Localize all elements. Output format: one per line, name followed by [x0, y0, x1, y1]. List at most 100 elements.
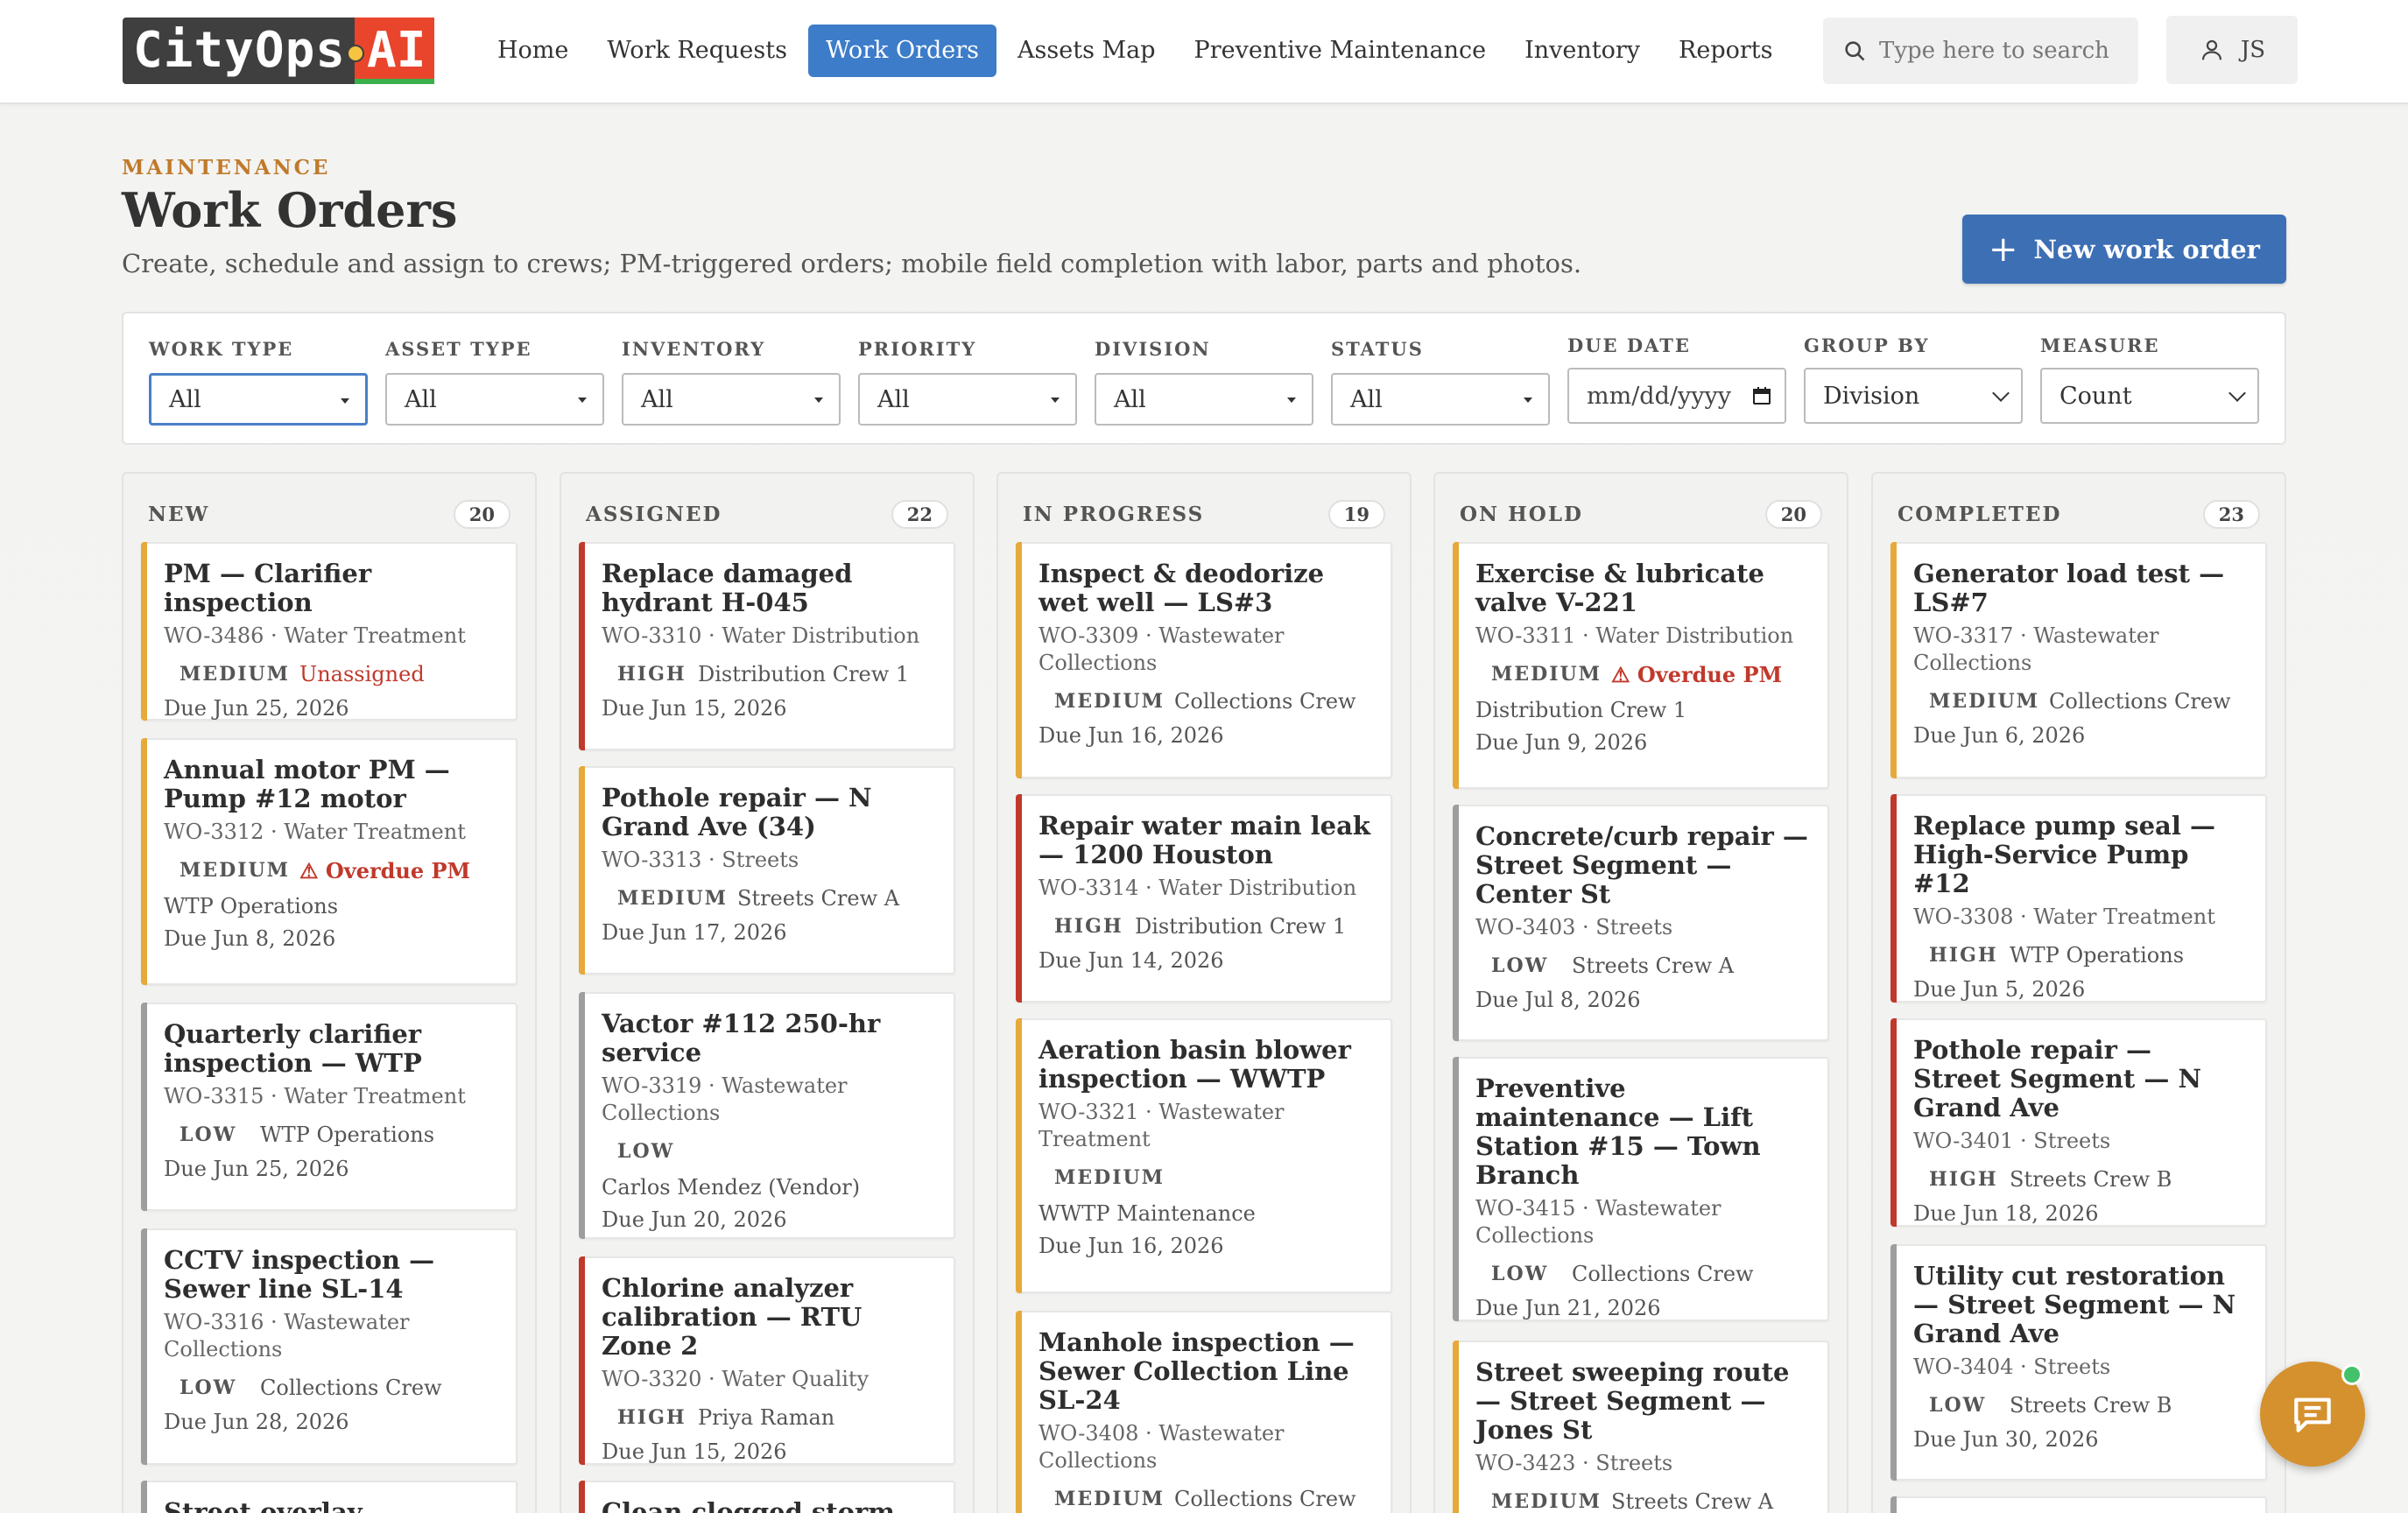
card-title: Pothole repair — Street Segment — N Gran… — [1913, 1035, 2201, 1122]
card-meta: WO-3312 · Water Treatment — [164, 820, 466, 844]
nav-assets-map[interactable]: Assets Map — [1000, 25, 1173, 77]
column-title: IN PROGRESS — [1023, 502, 1205, 526]
overdue-pm-flag: ⚠ Overdue PM — [1611, 661, 1783, 687]
work-order-card[interactable]: Utility cut restoration — Street Segment… — [1890, 1244, 2267, 1481]
assignee: Streets Crew A — [1611, 1489, 1774, 1513]
filter-label: DIVISION — [1095, 338, 1211, 360]
work-order-card[interactable] — [1890, 1496, 2267, 1513]
nav-home[interactable]: Home — [480, 25, 586, 77]
work-order-card[interactable]: Annual motor PM — Pump #12 motor WO-3312… — [141, 738, 518, 985]
column-new: NEW 20 PM — Clarifier inspection WO-3486… — [122, 472, 537, 1513]
column-assigned: ASSIGNED 22 Replace damaged hydrant H-04… — [560, 472, 975, 1513]
select-value: All — [641, 385, 673, 413]
chevron-down-icon — [2228, 384, 2246, 402]
work-order-card[interactable]: Pothole repair — Street Segment — N Gran… — [1890, 1018, 2267, 1227]
work-order-card[interactable]: Vactor #112 250-hr service WO-3319 · Was… — [579, 992, 955, 1239]
work-order-card[interactable]: Concrete/curb repair — Street Segment — … — [1453, 805, 1829, 1041]
page-title: Work Orders — [122, 182, 458, 238]
nav-work-orders[interactable]: Work Orders — [807, 25, 997, 77]
work-order-card[interactable]: Chlorine analyzer calibration — RTU Zone… — [579, 1256, 955, 1465]
work-order-card[interactable]: Manhole inspection — Sewer Collection Li… — [1016, 1311, 1392, 1513]
filter-label: INVENTORY — [622, 338, 766, 360]
card-meta: WO-3311 · Water Distribution — [1475, 623, 1794, 648]
select-value: All — [405, 385, 437, 413]
due-date: Due Jun 14, 2026 — [1039, 948, 1224, 973]
column-count-badge: 19 — [1327, 499, 1385, 529]
work-order-card[interactable]: CCTV inspection — Sewer line SL-14 WO-33… — [141, 1228, 518, 1465]
due-date: Due Jun 8, 2026 — [164, 926, 336, 951]
search-box[interactable] — [1823, 18, 2138, 84]
select-value: All — [877, 385, 910, 413]
work-order-card[interactable]: Pothole repair — N Grand Ave (34) WO-331… — [579, 766, 955, 975]
card-meta: WO-3308 · Water Treatment — [1913, 904, 2215, 929]
search-input[interactable] — [1879, 38, 2133, 64]
assignee: WTP Operations — [260, 1122, 435, 1147]
top-navigation-bar: CityOps AI Home Work Requests Work Order… — [0, 0, 2408, 104]
nav-reports[interactable]: Reports — [1661, 25, 1790, 77]
work-order-card[interactable]: Replace damaged hydrant H-045 WO-3310 · … — [579, 542, 955, 750]
work-order-card[interactable]: Replace pump seal — High-Service Pump #1… — [1890, 794, 2267, 1003]
column-in-progress: IN PROGRESS 19 Inspect & deodorize wet w… — [996, 472, 1412, 1513]
priority-select[interactable]: All — [858, 373, 1077, 426]
priority-badge: LOW — [1491, 954, 1549, 977]
inventory-select[interactable]: All — [622, 373, 841, 426]
work-order-card[interactable]: Preventive maintenance — Lift Station #1… — [1453, 1057, 1829, 1321]
work-order-card[interactable]: Street sweeping route — Street Segment —… — [1453, 1341, 1829, 1513]
due-date: Due Jun 30, 2026 — [1913, 1427, 2099, 1452]
caret-down-icon — [1051, 398, 1060, 403]
asset-type-select[interactable]: All — [385, 373, 604, 426]
card-meta: WO-3486 · Water Treatment — [164, 623, 466, 648]
assignee: WTP Operations — [164, 894, 339, 918]
work-order-card[interactable]: Aeration basin blower inspection — WWTP … — [1016, 1018, 1392, 1293]
work-order-card[interactable]: Exercise & lubricate valve V-221 WO-3311… — [1453, 542, 1829, 789]
filter-group-by: GROUP BY Division — [1804, 333, 2023, 424]
work-order-card[interactable]: Inspect & deodorize wet well — LS#3 WO-3… — [1016, 542, 1392, 778]
user-menu-button[interactable]: JS — [2166, 16, 2298, 84]
assignee: Streets Crew A — [737, 886, 900, 911]
card-meta: WO-3313 · Streets — [602, 848, 799, 872]
card-meta: WO-3403 · Streets — [1475, 915, 1673, 939]
priority-badge: HIGH — [617, 1406, 686, 1429]
nav-work-requests[interactable]: Work Requests — [589, 25, 805, 77]
nav-preventive-maintenance[interactable]: Preventive Maintenance — [1177, 25, 1504, 77]
measure-select[interactable]: Count — [2040, 368, 2259, 424]
work-type-select[interactable]: All — [149, 373, 368, 426]
plus-icon: + — [1989, 229, 2018, 270]
search-icon — [1845, 41, 1865, 61]
assignee: Streets Crew B — [2010, 1167, 2172, 1192]
assignee: Streets Crew B — [2010, 1393, 2172, 1418]
due-date: Due Jun 15, 2026 — [602, 696, 787, 721]
nav-inventory[interactable]: Inventory — [1507, 25, 1658, 77]
card-meta: WO-3315 · Water Treatment — [164, 1084, 466, 1108]
card-title: Replace pump seal — High-Service Pump #1… — [1913, 811, 2215, 898]
due-date: Due Jun 15, 2026 — [602, 1439, 787, 1464]
division-select[interactable]: All — [1095, 373, 1313, 426]
assignee: Distribution Crew 1 — [698, 662, 910, 686]
priority-badge: LOW — [180, 1376, 237, 1399]
assignee: Distribution Crew 1 — [1475, 698, 1687, 722]
assignee: Collections Crew — [1174, 1487, 1356, 1511]
filter-label: MEASURE — [2040, 334, 2160, 356]
due-date: Due Jun 18, 2026 — [1913, 1201, 2099, 1226]
work-order-card[interactable]: Generator load test — LS#7 WO-3317 · Was… — [1890, 542, 2267, 778]
group-by-select[interactable]: Division — [1804, 368, 2023, 424]
card-meta: WO-3415 · Wastewater Collections — [1475, 1196, 1722, 1248]
calendar-icon[interactable] — [1751, 385, 1772, 406]
filter-due-date: DUE DATE mm/dd/yyyy — [1567, 333, 1786, 424]
column-completed: COMPLETED 23 Generator load test — LS#7 … — [1871, 472, 2286, 1513]
main-nav: Home Work Requests Work Orders Assets Ma… — [480, 25, 1794, 77]
new-work-order-button[interactable]: + New work order — [1962, 215, 2286, 284]
cityops-logo[interactable]: CityOps AI — [123, 18, 447, 84]
work-order-card[interactable]: Quarterly clarifier inspection — WTP WO-… — [141, 1003, 518, 1211]
work-order-card[interactable]: Clean clogged storm inlet — [579, 1481, 955, 1513]
new-work-order-label: New work order — [2033, 234, 2260, 264]
priority-badge: MEDIUM — [1054, 1488, 1165, 1510]
status-select[interactable]: All — [1331, 373, 1550, 426]
due-date: Due Jul 8, 2026 — [1475, 988, 1641, 1012]
work-order-card[interactable]: Repair water main leak — 1200 Houston WO… — [1016, 794, 1392, 1003]
filter-label: STATUS — [1331, 338, 1424, 360]
work-order-card[interactable]: PM — Clarifier inspection WO-3486 · Wate… — [141, 542, 518, 721]
assignee: Distribution Crew 1 — [1135, 914, 1347, 939]
work-order-card[interactable]: Street overlay assessment — [141, 1481, 518, 1513]
due-date-input[interactable]: mm/dd/yyyy — [1567, 368, 1786, 424]
